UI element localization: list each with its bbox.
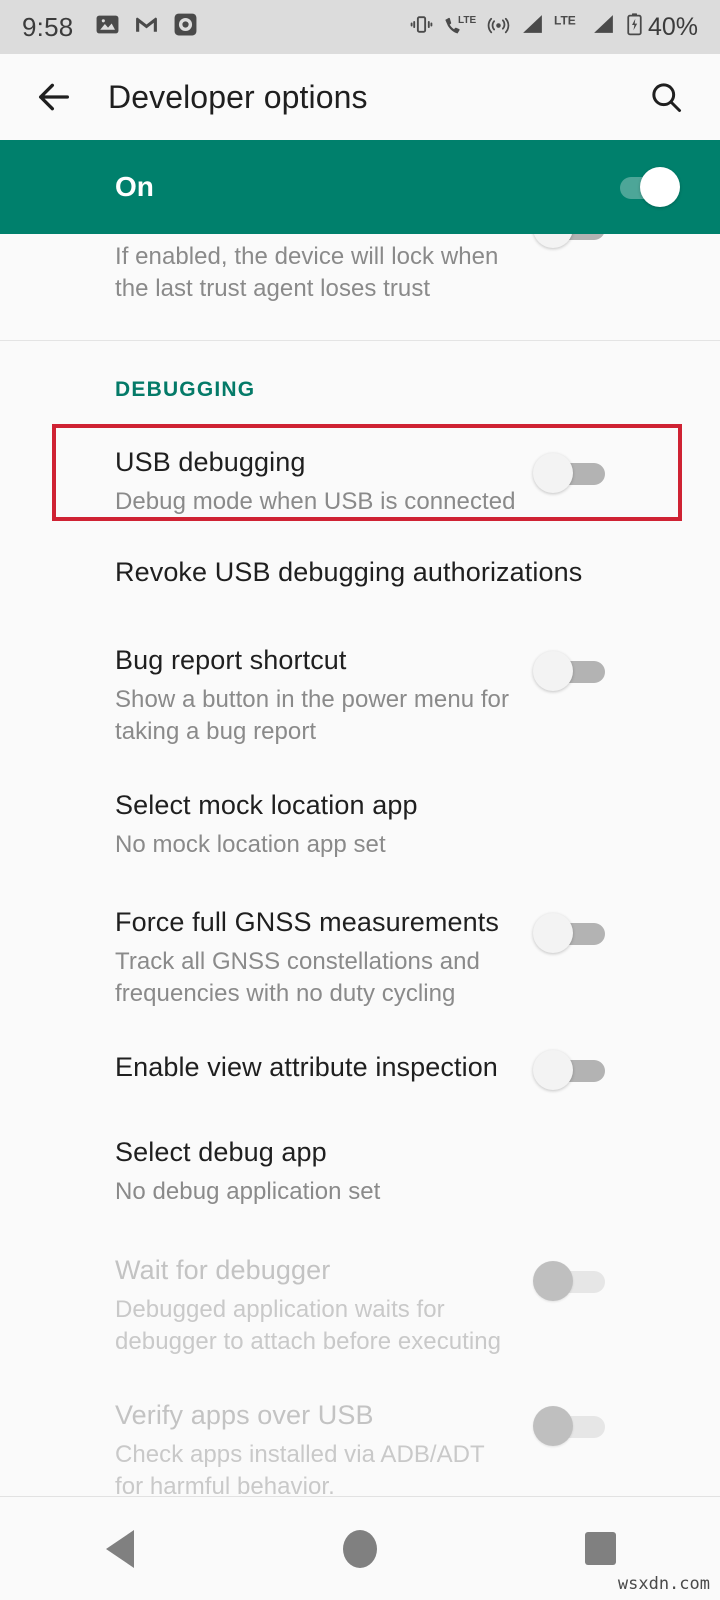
row-text: Revoke USB debugging authorizations bbox=[115, 555, 605, 591]
hotspot-icon bbox=[486, 12, 511, 42]
row-title: Revoke USB debugging authorizations bbox=[115, 557, 583, 587]
row-title: Wait for debugger bbox=[115, 1255, 331, 1285]
toggle-thumb bbox=[640, 167, 680, 207]
setting-row-verify-apps-over-usb: Verify apps over USB Check apps installe… bbox=[0, 1398, 720, 1496]
section-divider bbox=[0, 340, 720, 341]
row-title: Enable view attribute inspection bbox=[115, 1052, 498, 1082]
battery-charging-icon bbox=[625, 12, 644, 42]
back-triangle-icon[interactable] bbox=[68, 1497, 172, 1600]
toggle-wait-for-debugger bbox=[533, 1259, 605, 1303]
row-subtitle: No debug application set bbox=[115, 1177, 381, 1205]
setting-row-usb-debugging[interactable]: USB debugging Debug mode when USB is con… bbox=[0, 445, 720, 518]
toggle-thumb bbox=[533, 1050, 573, 1090]
setting-row-wait-for-debugger: Wait for debugger Debugged application w… bbox=[0, 1253, 720, 1357]
status-system-icons: LTE LTE bbox=[409, 12, 644, 42]
vibrate-icon bbox=[409, 12, 434, 42]
row-text: Force full GNSS measurements Track all G… bbox=[115, 905, 533, 1009]
battery-percent: 40% bbox=[647, 12, 698, 41]
setting-row-force-full-gnss-measurements[interactable]: Force full GNSS measurements Track all G… bbox=[0, 905, 720, 1009]
row-text: USB debugging Debug mode when USB is con… bbox=[115, 445, 533, 518]
row-subtitle: Show a button in the power menu for taki… bbox=[115, 685, 509, 745]
navigation-bar bbox=[0, 1496, 720, 1600]
row-subtitle: Debugged application waits for debugger … bbox=[115, 1295, 502, 1355]
toggle-enable-view-attribute-inspection[interactable] bbox=[533, 1048, 605, 1092]
setting-row-select-debug-app[interactable]: Select debug app No debug application se… bbox=[0, 1135, 720, 1208]
row-subtitle: Track all GNSS constellations and freque… bbox=[115, 947, 480, 1007]
svg-text:LTE: LTE bbox=[554, 14, 576, 28]
master-switch-toggle[interactable] bbox=[608, 165, 680, 209]
svg-text:LTE: LTE bbox=[458, 15, 476, 26]
toggle-thumb bbox=[533, 651, 573, 691]
row-text: Wait for debugger Debugged application w… bbox=[115, 1253, 533, 1357]
row-subtitle: Check apps installed via ADB/ADT for har… bbox=[115, 1440, 485, 1496]
toggle-usb-debugging[interactable] bbox=[533, 451, 605, 495]
photo-icon bbox=[95, 12, 120, 42]
row-text: Bug report shortcut Show a button in the… bbox=[115, 643, 533, 747]
setting-row-enable-view-attribute-inspection[interactable]: Enable view attribute inspection bbox=[0, 1050, 720, 1092]
row-subtitle: Debug mode when USB is connected bbox=[115, 487, 516, 515]
row-text: Verify apps over USB Check apps installe… bbox=[115, 1398, 533, 1496]
setting-row-revoke-usb-debugging-authorizations[interactable]: Revoke USB debugging authorizations bbox=[0, 555, 720, 591]
settings-list[interactable]: Lock screen when trust is lost If enable… bbox=[0, 140, 720, 1496]
home-circle-icon[interactable] bbox=[308, 1497, 412, 1600]
page-title: Developer options bbox=[108, 78, 368, 115]
row-title: Bug report shortcut bbox=[115, 645, 347, 675]
setting-row-select-mock-location-app[interactable]: Select mock location app No mock locatio… bbox=[0, 788, 720, 861]
setting-row-bug-report-shortcut[interactable]: Bug report shortcut Show a button in the… bbox=[0, 643, 720, 747]
gmail-icon bbox=[134, 12, 159, 42]
status-time: 9:58 bbox=[22, 11, 74, 42]
row-subtitle: If enabled, the device will lock when th… bbox=[115, 242, 499, 302]
master-switch-label: On bbox=[115, 171, 154, 202]
phone-lte-icon: LTE bbox=[443, 12, 477, 42]
row-subtitle: No mock location app set bbox=[115, 830, 386, 858]
toggle-verify-apps-over-usb bbox=[533, 1404, 605, 1448]
row-title: Verify apps over USB bbox=[115, 1400, 374, 1430]
signal-bars-icon bbox=[520, 12, 545, 42]
toggle-force-full-gnss-measurements[interactable] bbox=[533, 911, 605, 955]
row-text: Select debug app No debug application se… bbox=[115, 1135, 605, 1208]
lte-label-icon: LTE bbox=[554, 12, 582, 42]
status-bar: 9:58 LTE LTE 40% bbox=[0, 0, 720, 54]
row-title: Force full GNSS measurements bbox=[115, 907, 499, 937]
row-title: Select mock location app bbox=[115, 790, 418, 820]
toggle-thumb bbox=[533, 913, 573, 953]
signal-bars-2-icon bbox=[591, 12, 616, 42]
status-notification-icons bbox=[95, 12, 198, 42]
phone-screen: 9:58 LTE LTE 40% Developer options If en… bbox=[0, 0, 720, 1600]
app-circle-icon bbox=[173, 12, 198, 42]
watermark: wsxdn.com bbox=[617, 1574, 710, 1594]
row-text: Select mock location app No mock locatio… bbox=[115, 788, 605, 861]
toggle-thumb bbox=[533, 453, 573, 493]
search-icon[interactable] bbox=[638, 69, 694, 125]
section-header-debugging: DEBUGGING bbox=[115, 378, 256, 401]
toggle-bug-report-shortcut[interactable] bbox=[533, 649, 605, 693]
row-text: Enable view attribute inspection bbox=[115, 1050, 533, 1086]
arrow-back-icon[interactable] bbox=[26, 69, 82, 125]
toggle-thumb bbox=[533, 1261, 573, 1301]
row-title: Select debug app bbox=[115, 1137, 327, 1167]
master-switch-bar[interactable]: On bbox=[0, 140, 720, 234]
app-bar: Developer options bbox=[0, 54, 720, 140]
row-title: USB debugging bbox=[115, 447, 306, 477]
toggle-thumb bbox=[533, 1406, 573, 1446]
